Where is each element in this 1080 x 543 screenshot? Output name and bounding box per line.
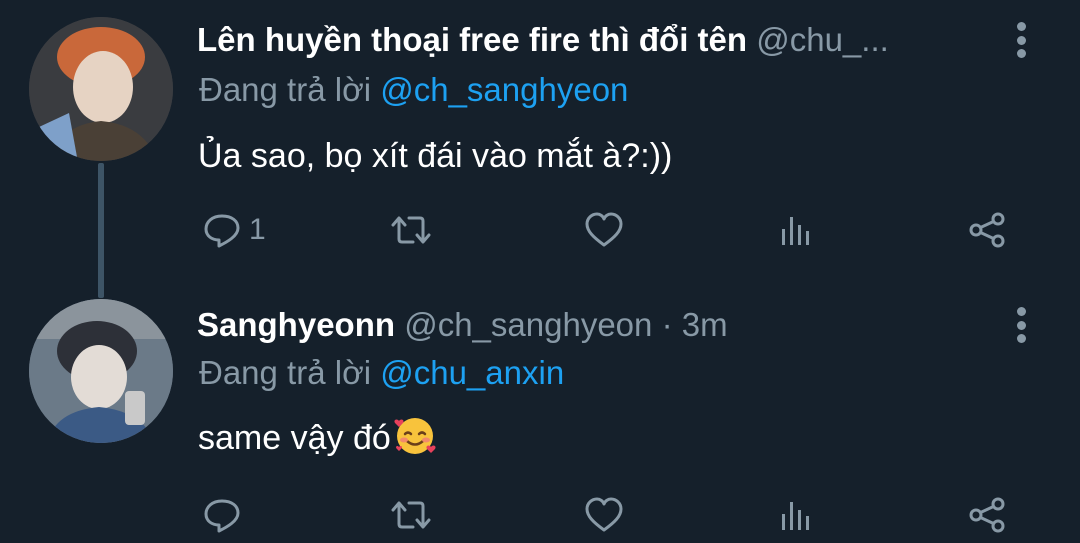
replying-prefix: Đang trả lời (199, 71, 372, 108)
avatar-image (29, 299, 173, 443)
avatar-image (29, 17, 173, 161)
replying-to: Đang trả lời @chu_anxin (199, 351, 564, 395)
timestamp[interactable]: 3m (682, 306, 728, 343)
retweet-icon (391, 501, 431, 529)
tweet-actions: 1 (0, 205, 1080, 255)
mention-link[interactable]: @ch_sanghyeon (380, 71, 628, 108)
smiling-face-with-hearts-icon (394, 418, 436, 454)
share-icon (969, 497, 1005, 533)
heart-icon (585, 497, 623, 532)
tweet-header: Sanghyeonn @ch_sanghyeon · 3m (197, 303, 972, 347)
retweet-button[interactable] (390, 205, 432, 255)
separator-dot: · (661, 306, 673, 343)
reply-button[interactable]: 1 (201, 205, 266, 255)
tweet[interactable]: Lên huyền thoại free fire thì đổi tên @c… (0, 0, 1080, 298)
display-name[interactable]: Sanghyeonn (197, 306, 395, 343)
share-button[interactable] (966, 205, 1008, 255)
replying-prefix: Đang trả lời (199, 354, 372, 391)
tweet-text: Ủa sao, bọ xít đái vào mắt à?:)) (198, 137, 673, 175)
user-handle[interactable]: @chu_... (756, 21, 889, 58)
avatar[interactable] (29, 17, 173, 161)
share-button[interactable] (966, 490, 1008, 540)
analytics-icon (782, 502, 809, 530)
reply-count: 1 (249, 213, 266, 246)
reply-icon (204, 214, 240, 248)
analytics-button[interactable] (776, 205, 818, 255)
mention-link[interactable]: @chu_anxin (380, 354, 564, 391)
avatar[interactable] (29, 299, 173, 443)
reply-button[interactable] (201, 490, 243, 540)
tweet-header: Lên huyền thoại free fire thì đổi tên @c… (197, 18, 972, 62)
retweet-button[interactable] (390, 490, 432, 540)
replying-to: Đang trả lời @ch_sanghyeon (199, 68, 628, 112)
display-name[interactable]: Lên huyền thoại free fire thì đổi tên (197, 21, 747, 58)
user-handle[interactable]: @ch_sanghyeon (404, 306, 652, 343)
heart-icon (585, 212, 623, 247)
tweet-text: same vậy đó (198, 413, 437, 461)
analytics-button[interactable] (776, 490, 818, 540)
more-vertical-icon[interactable] (1008, 305, 1034, 345)
like-button[interactable] (583, 490, 625, 540)
more-vertical-icon[interactable] (1008, 20, 1034, 60)
tweet-actions (0, 490, 1080, 540)
tweet-text-content: same vậy đó (198, 419, 391, 457)
share-icon (969, 212, 1005, 248)
analytics-icon (782, 217, 809, 245)
like-button[interactable] (583, 205, 625, 255)
retweet-icon (391, 216, 431, 244)
reply-icon (204, 499, 240, 533)
